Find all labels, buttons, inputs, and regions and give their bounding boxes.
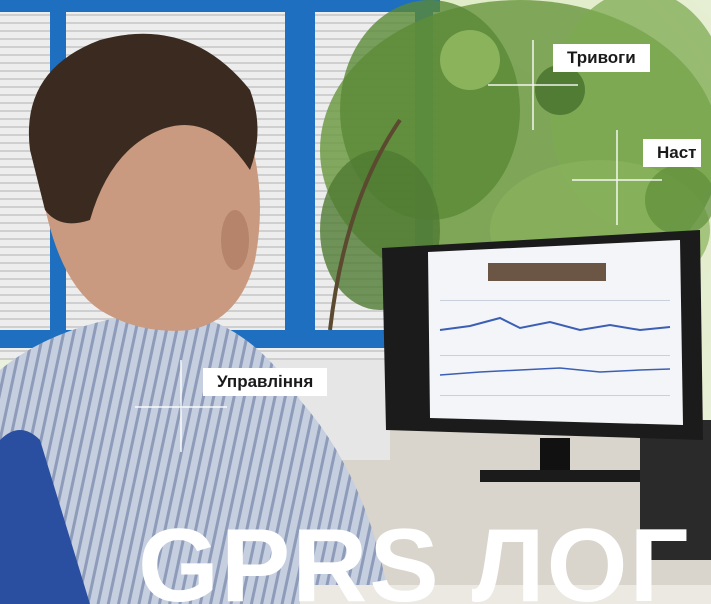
management-label: Управління	[203, 368, 328, 396]
headline-text: GPRS ЛОГ	[138, 508, 691, 604]
photo-scene: Тривоги Наст Управління GPRS ЛОГ	[0, 0, 711, 604]
settings-label: Наст	[643, 139, 701, 167]
alarms-label: Тривоги	[553, 44, 650, 72]
